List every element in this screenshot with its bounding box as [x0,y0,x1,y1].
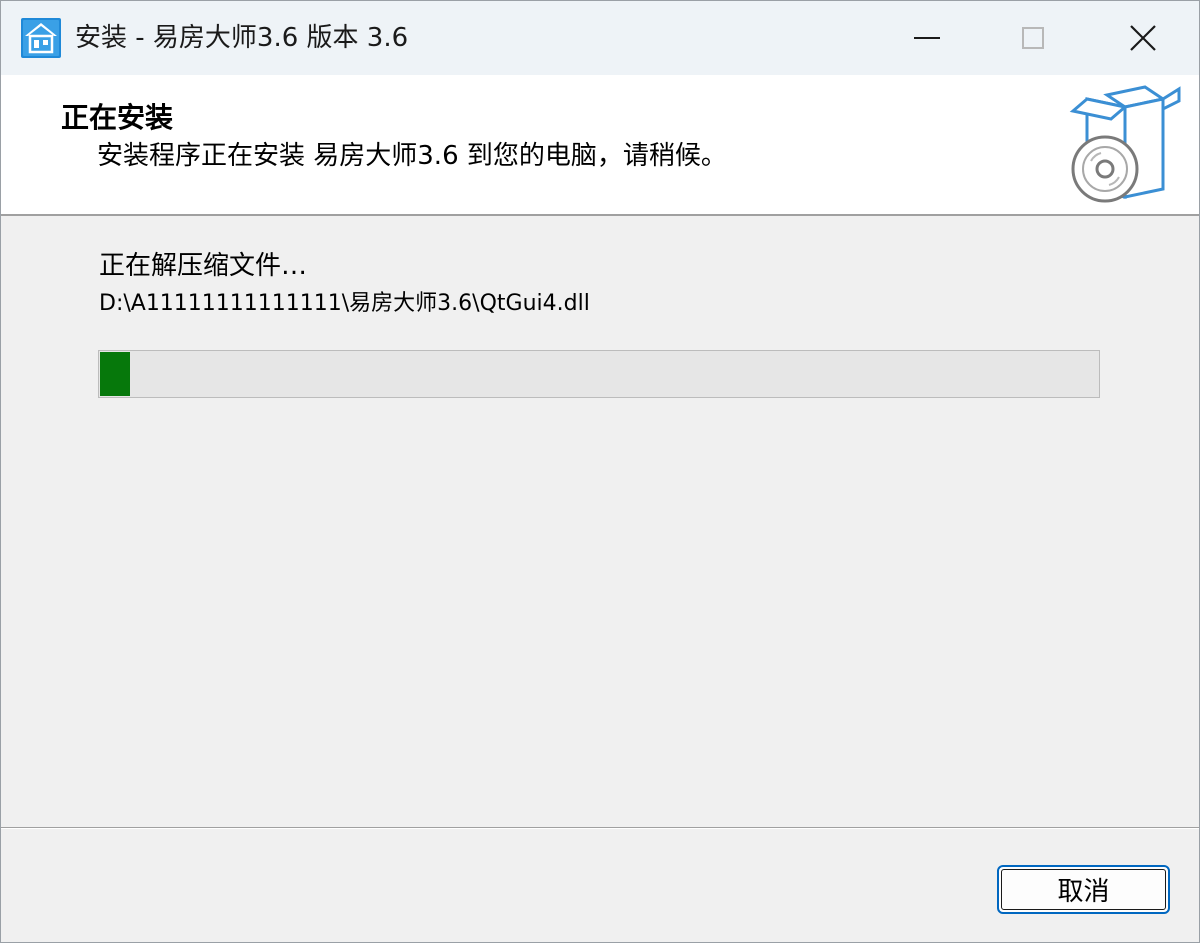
page-title: 正在安装 [61,101,174,134]
close-button[interactable] [1093,1,1193,75]
wizard-header: 正在安装 安装程序正在安装 易房大师3.6 到您的电脑，请稍候。 [1,75,1199,216]
installer-window: 安装 - 易房大师3.6 版本 3.6 正在安装 安装程序正在安装 易房大师3.… [0,0,1200,943]
title-bar[interactable]: 安装 - 易房大师3.6 版本 3.6 [1,1,1199,75]
status-text: 正在解压缩文件… [99,251,308,281]
minimize-button[interactable] [877,1,977,75]
current-file-path: D:\A11111111111111\易房大师3.6\QtGui4.dll [99,291,590,316]
setup-box-disc-icon [1069,85,1181,203]
page-subtitle: 安装程序正在安装 易房大师3.6 到您的电脑，请稍候。 [97,141,727,171]
maximize-icon [1022,27,1044,49]
minimize-icon [914,37,940,39]
progress-fill [100,352,130,396]
footer-divider [1,827,1199,829]
house-icon [21,18,61,58]
window-title: 安装 - 易房大师3.6 版本 3.6 [75,23,409,53]
maximize-button[interactable] [983,1,1083,75]
close-icon [1130,25,1156,51]
cancel-button[interactable]: 取消 [997,865,1170,914]
progress-bar [98,350,1100,398]
